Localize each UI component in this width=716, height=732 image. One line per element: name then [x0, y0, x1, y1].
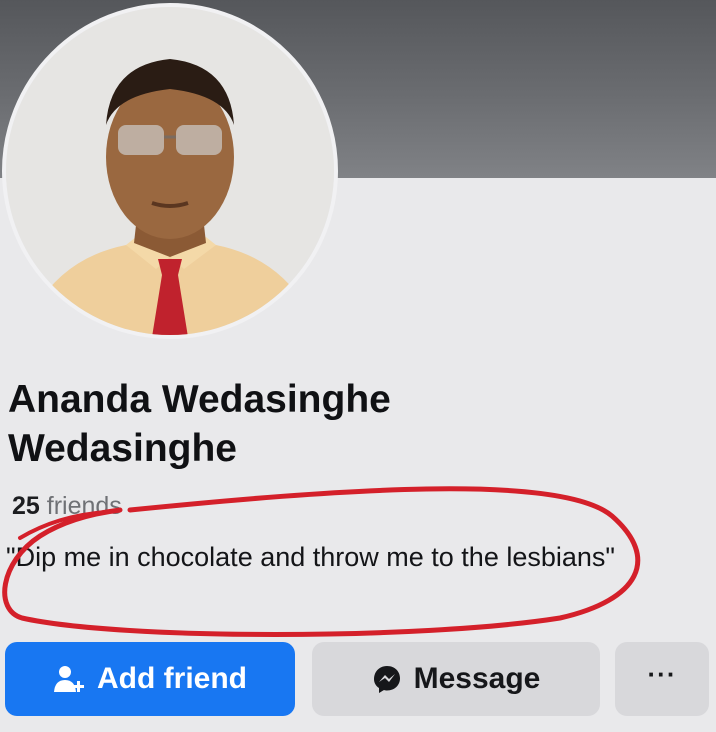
more-dots-icon: ···	[647, 659, 677, 689]
add-friend-label: Add friend	[97, 662, 247, 695]
friends-label: friends	[46, 492, 122, 520]
profile-avatar[interactable]	[2, 3, 338, 339]
profile-bio: "Dip me in chocolate and throw me to the…	[6, 542, 615, 572]
friends-number: 25	[12, 492, 40, 520]
messenger-icon	[372, 664, 402, 694]
friends-count[interactable]: 25 friends	[12, 492, 122, 521]
more-options-button[interactable]: ···	[615, 642, 709, 716]
message-label: Message	[413, 662, 541, 695]
profile-name: Ananda Wedasinghe Wedasinghe	[8, 378, 391, 470]
add-friend-button[interactable]: Add friend	[5, 642, 295, 716]
message-button[interactable]: Message	[312, 642, 600, 716]
avatar-photo	[6, 7, 334, 335]
add-person-icon	[53, 664, 85, 694]
